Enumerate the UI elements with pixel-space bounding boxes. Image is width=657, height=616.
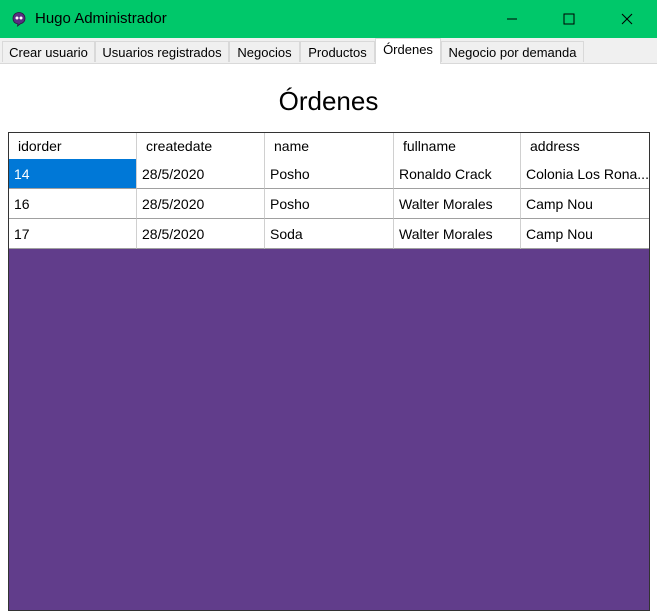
table-row[interactable]: 14 28/5/2020 Posho Ronaldo Crack Colonia… (9, 159, 649, 189)
table-cell[interactable]: 17 (9, 219, 137, 249)
table-cell[interactable]: 16 (9, 189, 137, 219)
tab-negocio-por-demanda[interactable]: Negocio por demanda (441, 41, 584, 62)
close-button[interactable] (604, 0, 650, 38)
table-cell[interactable]: Posho (265, 189, 394, 219)
tab-strip: Crear usuario Usuarios registrados Negoc… (0, 38, 657, 64)
table-cell[interactable]: 28/5/2020 (137, 219, 265, 249)
table-cell[interactable]: Walter Morales (394, 219, 521, 249)
column-header-name[interactable]: name (265, 133, 394, 159)
column-header-address[interactable]: address (521, 133, 649, 159)
table-cell[interactable]: Camp Nou (521, 189, 649, 219)
tab-usuarios-registrados[interactable]: Usuarios registrados (95, 41, 229, 62)
orders-data-grid[interactable]: idorder createdate name fullname address… (8, 132, 650, 611)
table-cell[interactable]: Soda (265, 219, 394, 249)
tab-productos[interactable]: Productos (300, 41, 375, 62)
app-icon[interactable] (11, 11, 27, 27)
table-row[interactable]: 16 28/5/2020 Posho Walter Morales Camp N… (9, 189, 649, 219)
grid-header-row: idorder createdate name fullname address (9, 133, 649, 160)
close-icon (621, 13, 633, 25)
title-bar[interactable]: Hugo Administrador (0, 0, 657, 38)
table-cell[interactable]: Posho (265, 159, 394, 189)
table-cell[interactable]: 14 (9, 159, 137, 189)
table-cell[interactable]: Colonia Los Rona... (521, 159, 649, 189)
window-title: Hugo Administrador (35, 10, 167, 27)
table-cell[interactable]: Ronaldo Crack (394, 159, 521, 189)
tab-negocios[interactable]: Negocios (229, 41, 300, 62)
column-header-idorder[interactable]: idorder (9, 133, 137, 159)
minimize-icon (507, 18, 517, 20)
maximize-button[interactable] (546, 0, 592, 38)
table-cell[interactable]: 28/5/2020 (137, 189, 265, 219)
minimize-button[interactable] (489, 0, 535, 38)
table-cell[interactable]: 28/5/2020 (137, 159, 265, 189)
table-row[interactable]: 17 28/5/2020 Soda Walter Morales Camp No… (9, 219, 649, 249)
column-header-fullname[interactable]: fullname (394, 133, 521, 159)
table-cell[interactable]: Camp Nou (521, 219, 649, 249)
maximize-icon (563, 13, 575, 25)
table-cell[interactable]: Walter Morales (394, 189, 521, 219)
tab-crear-usuario[interactable]: Crear usuario (2, 41, 95, 62)
column-header-createdate[interactable]: createdate (137, 133, 265, 159)
tab-ordenes[interactable]: Órdenes (375, 38, 441, 64)
page-title: Órdenes (278, 86, 379, 116)
